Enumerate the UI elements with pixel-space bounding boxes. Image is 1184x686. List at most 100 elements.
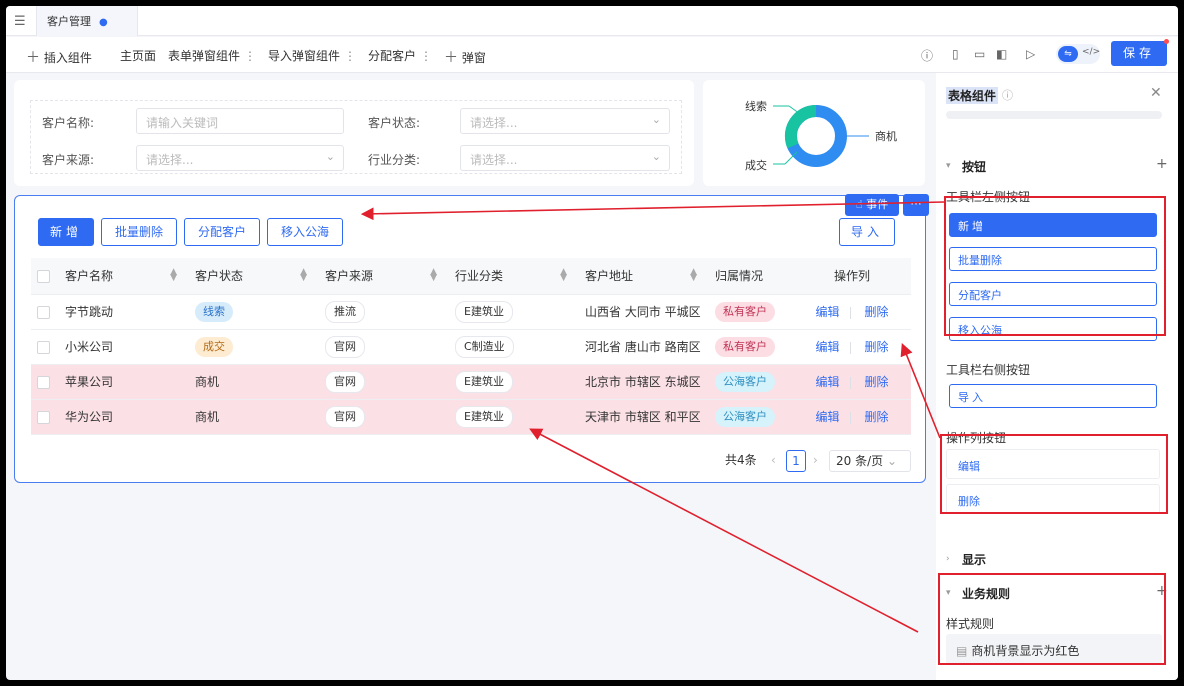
prev-page-icon[interactable]: ‹ xyxy=(771,450,776,472)
col-header-name[interactable]: 客户名称 ▲ ▼ xyxy=(55,258,185,295)
delete-link[interactable]: 删除 xyxy=(865,340,889,354)
import-button[interactable]: 导入 xyxy=(839,218,895,246)
visual-mode-icon[interactable]: ⇋ xyxy=(1058,46,1078,62)
delete-link[interactable]: 删除 xyxy=(865,410,889,424)
row-checkbox[interactable] xyxy=(37,305,50,319)
more-vertical-icon[interactable]: ⋮ xyxy=(344,49,356,63)
col-header-owner: 归属情况 xyxy=(705,258,793,295)
close-icon[interactable]: ✕ xyxy=(1150,85,1162,101)
chevron-right-icon[interactable]: › xyxy=(946,554,950,564)
pointer-icon: ☝ xyxy=(855,198,863,211)
customer-status-label: 客户状态: xyxy=(368,116,421,130)
page-main[interactable]: 主页面 xyxy=(120,47,156,64)
cell-industry: C制造业 xyxy=(445,329,575,365)
insert-component-button[interactable]: ＋ 插入组件 xyxy=(26,47,92,67)
add-popup-label: 弹窗 xyxy=(461,51,486,65)
save-button[interactable]: 保存 xyxy=(1111,41,1167,66)
delete-link[interactable]: 删除 xyxy=(865,375,889,389)
table-row[interactable]: 字节跳动 线索 推流 E建筑业 山西省 大同市 平城区 私有客户 编辑 删除 xyxy=(31,294,911,330)
col-header-label: 操作列 xyxy=(833,269,870,284)
row-checkbox[interactable] xyxy=(37,410,50,424)
row-select-cell xyxy=(31,294,55,330)
sort-icon[interactable]: ▲ ▼ xyxy=(690,268,697,283)
cell-source: 官网 xyxy=(315,329,445,365)
layout-right-icon[interactable]: ◧ xyxy=(996,47,1007,61)
edit-link[interactable]: 编辑 xyxy=(815,340,839,354)
page-assign-label: 分配客户 xyxy=(368,49,417,63)
status-tag: 线索 xyxy=(195,301,233,322)
batch-delete-button[interactable]: 批量删除 xyxy=(101,218,177,246)
collapse-menu-icon[interactable]: ☰ xyxy=(14,14,26,29)
table-row[interactable]: 小米公司 成交 官网 C制造业 河北省 唐山市 路南区 私有客户 编辑 删除 xyxy=(31,329,911,365)
chevron-down-icon[interactable]: ▾ xyxy=(946,161,951,171)
event-button-label: 事件 xyxy=(866,198,889,211)
row-select-cell xyxy=(31,399,55,435)
customer-name-input[interactable]: 请输入关键词 xyxy=(136,108,344,134)
help-icon[interactable]: ⓘ xyxy=(921,47,933,64)
preview-play-icon[interactable]: ▷ xyxy=(1026,47,1035,61)
page-size-value: 20 条/页 xyxy=(836,454,884,468)
customer-status-select[interactable]: 请选择... ⌄ xyxy=(460,108,670,134)
code-mode-icon[interactable]: </> xyxy=(1082,47,1100,57)
mode-toggle[interactable]: ⇋ </> xyxy=(1056,44,1100,64)
row-checkbox[interactable] xyxy=(37,340,50,354)
next-page-icon[interactable]: › xyxy=(813,450,818,472)
add-button[interactable]: 新增 xyxy=(38,218,94,246)
page-form-popup[interactable]: 表单弹窗组件 ⋮ xyxy=(168,47,256,64)
more-vertical-icon[interactable]: ⋮ xyxy=(244,49,256,63)
layout-bottom-icon[interactable]: ▭ xyxy=(974,47,985,61)
customer-source-select[interactable]: 请选择... ⌄ xyxy=(136,145,344,171)
page-import-popup[interactable]: 导入弹窗组件 ⋮ xyxy=(268,47,356,64)
more-vertical-icon[interactable]: ⋮ xyxy=(420,49,432,63)
status-donut-chart[interactable]: 线索 商机 成交 xyxy=(703,80,925,186)
page-assign-customer[interactable]: 分配客户 ⋮ xyxy=(368,47,432,64)
cell-source: 官网 xyxy=(315,399,445,435)
customer-table: 客户名称 ▲ ▼ 客户状态 ▲ ▼ 客户来源 ▲ ▼ 行业分类 ▲ ▼ 客户地址 ▲ ▼ 归属情况 … xyxy=(31,258,911,435)
cell-owner: 私有客户 xyxy=(705,294,793,330)
row-checkbox[interactable] xyxy=(37,375,50,389)
page-size-select[interactable]: 20 条/页 ⌄ xyxy=(829,450,911,472)
delete-link[interactable]: 删除 xyxy=(865,305,889,319)
sort-icon[interactable]: ▲ ▼ xyxy=(300,268,307,283)
event-button[interactable]: ☝ 事件 xyxy=(845,194,899,216)
table-component[interactable]: ☝ 事件 ··· 新增 批量删除 分配客户 移入公海 导入 客户名称 ▲ ▼ 客户状… xyxy=(14,194,929,483)
industry-select[interactable]: 请选择... ⌄ xyxy=(460,145,670,171)
section-display[interactable]: 显示 xyxy=(962,551,986,568)
page-main-label: 主页面 xyxy=(120,49,157,63)
app-window: ☰ 客户管理 ● ＋ 插入组件 主页面 表单弹窗组件 ⋮ 导入弹窗组件 ⋮ 分配客户 ⋮… xyxy=(6,6,1178,680)
add-popup-button[interactable]: ＋ 弹窗 xyxy=(444,47,486,67)
help-icon[interactable]: ⓘ xyxy=(1002,87,1013,103)
move-to-pool-button[interactable]: 移入公海 xyxy=(267,218,343,246)
select-all-cell xyxy=(31,258,55,295)
chevron-down-icon: ⌄ xyxy=(886,454,898,468)
panel-btn-import[interactable]: 导入 xyxy=(949,384,1157,408)
sort-icon[interactable]: ▲ ▼ xyxy=(560,268,567,283)
col-header-industry[interactable]: 行业分类 ▲ ▼ xyxy=(445,258,575,295)
assign-customer-button[interactable]: 分配客户 xyxy=(184,218,260,246)
source-tag: 官网 xyxy=(325,405,365,428)
cell-name: 小米公司 xyxy=(55,329,185,365)
more-options-button[interactable]: ··· xyxy=(903,194,929,216)
layout-left-icon[interactable]: ▯ xyxy=(952,47,959,61)
source-tag: 官网 xyxy=(325,335,365,358)
sort-icon[interactable]: ▲ ▼ xyxy=(430,268,437,283)
table-row[interactable]: 华为公司 商机 官网 E建筑业 天津市 市辖区 和平区 公海客户 编辑 删除 xyxy=(31,399,911,435)
edit-link[interactable]: 编辑 xyxy=(815,305,839,319)
select-all-checkbox[interactable] xyxy=(37,269,50,283)
col-header-address[interactable]: 客户地址 ▲ ▼ xyxy=(575,258,705,295)
col-header-source[interactable]: 客户来源 ▲ ▼ xyxy=(315,258,445,295)
tab-customer-management[interactable]: 客户管理 ● xyxy=(36,6,138,36)
page-number-1[interactable]: 1 xyxy=(786,450,806,472)
edit-link[interactable]: 编辑 xyxy=(815,375,839,389)
page-form-popup-label: 表单弹窗组件 xyxy=(168,49,241,63)
section-buttons[interactable]: 按钮 xyxy=(962,158,986,175)
panel-title: 表格组件 xyxy=(946,87,999,104)
chevron-down-icon: ⌄ xyxy=(325,150,335,163)
col-header-status[interactable]: 客户状态 ▲ ▼ xyxy=(185,258,315,295)
sort-icon[interactable]: ▲ ▼ xyxy=(170,268,177,283)
table-header: 客户名称 ▲ ▼ 客户状态 ▲ ▼ 客户来源 ▲ ▼ 行业分类 ▲ ▼ 客户地址 ▲ ▼ 归属情况 … xyxy=(31,258,911,295)
edit-link[interactable]: 编辑 xyxy=(815,410,839,424)
save-badge-dot xyxy=(1164,39,1169,44)
table-row[interactable]: 苹果公司 商机 官网 E建筑业 北京市 市辖区 东城区 公海客户 编辑 删除 xyxy=(31,364,911,400)
add-icon[interactable]: + xyxy=(1156,156,1168,172)
